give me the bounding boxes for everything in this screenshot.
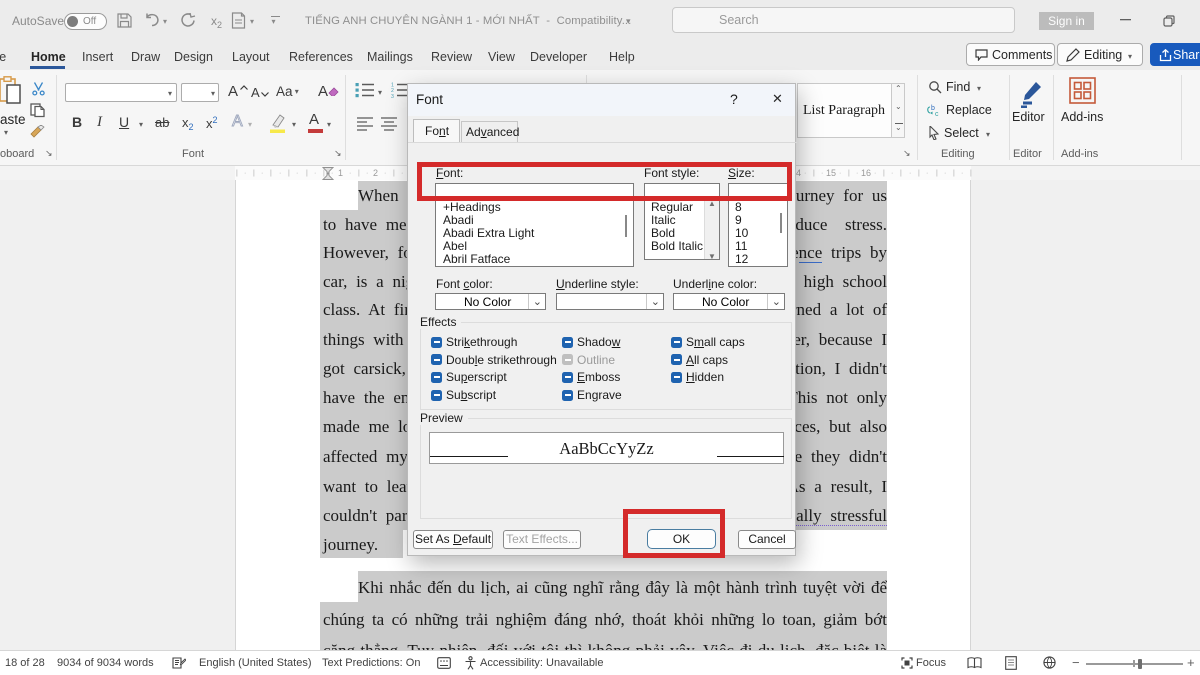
svg-text:c: c <box>935 111 939 117</box>
svg-text:3: 3 <box>391 94 394 98</box>
